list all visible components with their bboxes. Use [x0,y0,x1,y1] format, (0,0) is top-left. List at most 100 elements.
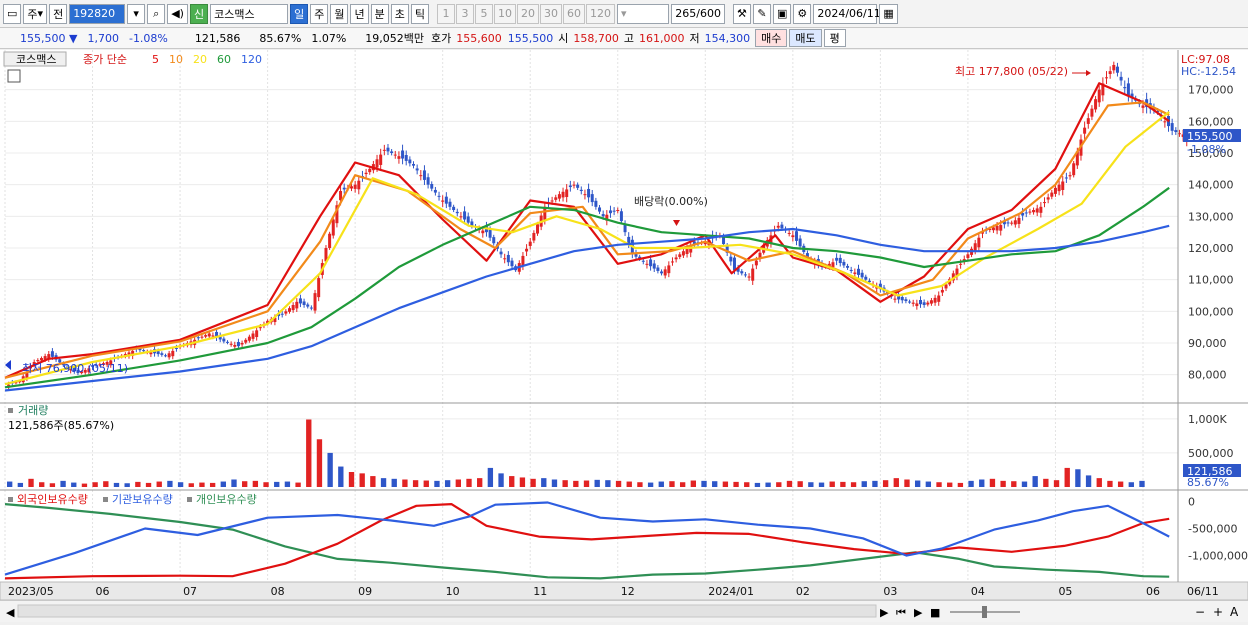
interval-tab[interactable]: 일 [290,3,309,24]
holding-tick-label: -500,000 [1188,523,1237,536]
period-select[interactable]: 주 ▾ [23,3,48,24]
candle-body [579,189,583,191]
interval-tab[interactable]: 주 [310,3,329,24]
volume-bar [177,482,184,487]
candle-body [422,170,426,180]
minute-tab[interactable]: 3 [455,3,474,24]
x-tick-label: 06 [1146,585,1160,598]
zoom-out-icon[interactable]: − [1195,605,1205,619]
volume-bar [434,480,440,487]
volume-bar [647,482,654,487]
candle-body [408,159,412,164]
candle-body [236,342,240,347]
candle-body [196,337,200,339]
candle-body [412,163,416,166]
scroll-left-icon[interactable]: ◀ [6,606,15,619]
volume-bar [338,466,344,487]
avg-button[interactable]: 평 [823,29,846,47]
stock-chart[interactable]: 2023/05 06 07 08 09 10 11 12 2024/01 02 03 04 05 06 06… [0,50,1248,600]
quote-volume: 121,586 [194,31,241,45]
candle-body [557,194,561,199]
volume-bar [28,478,34,487]
calculator-icon[interactable] [7,69,21,83]
interval-tab[interactable]: 년 [350,3,369,24]
tools-icon[interactable]: ⚒ [732,3,751,24]
interval-tab[interactable]: 분 [370,3,389,24]
stock-name-field[interactable]: 코스맥스 [210,3,289,24]
candle-body [791,235,795,238]
candle-body [583,194,587,196]
candle-body [747,276,751,278]
minute-tab[interactable]: 10 [493,3,516,24]
quote-price: 155,500 ▼ [0,32,82,45]
x-tick-label: 08 [271,585,285,598]
candle-body [430,184,434,189]
holding-legend-item: 기관보유수량 [112,493,173,506]
scroll-controls: ◀ ▶ ⏮ ▶ ■ − + A [0,601,1248,622]
horizontal-scrollbar[interactable] [17,604,877,618]
candle-body [302,301,306,305]
volume-bar [188,483,194,487]
candle-body [525,248,529,252]
candle-body [754,260,758,266]
candle-body [612,210,616,212]
candle-body [171,350,175,357]
prev-button[interactable]: 전 [49,3,68,24]
date-input[interactable]: 2024/06/11 [813,3,881,24]
speaker-icon[interactable]: ◀) [167,3,188,24]
search-icon[interactable]: ⌕ [147,3,166,24]
minute-tab[interactable]: 20 [516,3,539,24]
interval-tab[interactable]: 초 [390,3,409,24]
scroll-right-icon[interactable]: ▶ [880,606,889,619]
quote-change: 1,700 [87,31,119,45]
window-icon[interactable]: ▭ [3,3,22,24]
volume-bar [850,482,857,487]
count-input[interactable]: 265/600 [670,3,725,24]
candle-body [587,188,591,198]
zoom-in-icon[interactable]: + [1213,605,1223,619]
interval-tab[interactable]: 월 [330,3,349,24]
candle-body [492,237,496,244]
buy-button[interactable]: 매수 [755,29,788,47]
candle-body [937,295,941,302]
gear-icon[interactable]: ⚙ [793,3,812,24]
minute-tab[interactable]: 1 [436,3,455,24]
candle-body [860,272,864,278]
save-icon[interactable]: ▣ [772,3,792,24]
candle-body [776,225,780,228]
sell-button[interactable]: 매도 [789,29,822,47]
minute-tab[interactable]: 5 [474,3,493,24]
stock-code-input[interactable]: 192820 [69,3,126,24]
candle-body [729,256,733,262]
rewind-icon[interactable]: ⏮ [896,606,906,619]
minute-tab[interactable]: 30 [539,3,562,24]
legend-square [8,408,13,413]
code-dropdown-icon[interactable]: ▾ [127,3,146,24]
zoom-handle[interactable] [982,606,987,618]
stop-icon[interactable]: ■ [930,606,940,619]
candle-body [1068,175,1072,177]
minute-tab[interactable]: 60 [562,3,585,24]
custom-interval-input[interactable]: ▾ [616,3,669,24]
candle-body [200,336,204,338]
draw-icon[interactable]: ✎ [752,3,771,24]
candle-body [893,298,897,300]
candle-body [280,313,284,315]
candle-body [452,206,456,210]
volume-bar [124,483,130,487]
volume-bar [679,482,686,487]
candle-body [1123,87,1127,89]
volume-bar [103,481,109,487]
minute-tab[interactable]: 120 [585,3,615,24]
candle-body [390,151,394,153]
candle-body [794,231,798,241]
candle-body [933,297,937,303]
interval-tab[interactable]: 틱 [410,3,429,24]
volume-bar [1075,469,1081,487]
play-icon[interactable]: ▶ [914,606,923,619]
legend-square [103,497,108,502]
text-tool-icon[interactable]: A [1230,605,1239,619]
candle-body [1017,217,1021,224]
volume-bar [274,481,280,487]
calendar-icon[interactable]: ▦ [879,3,898,24]
